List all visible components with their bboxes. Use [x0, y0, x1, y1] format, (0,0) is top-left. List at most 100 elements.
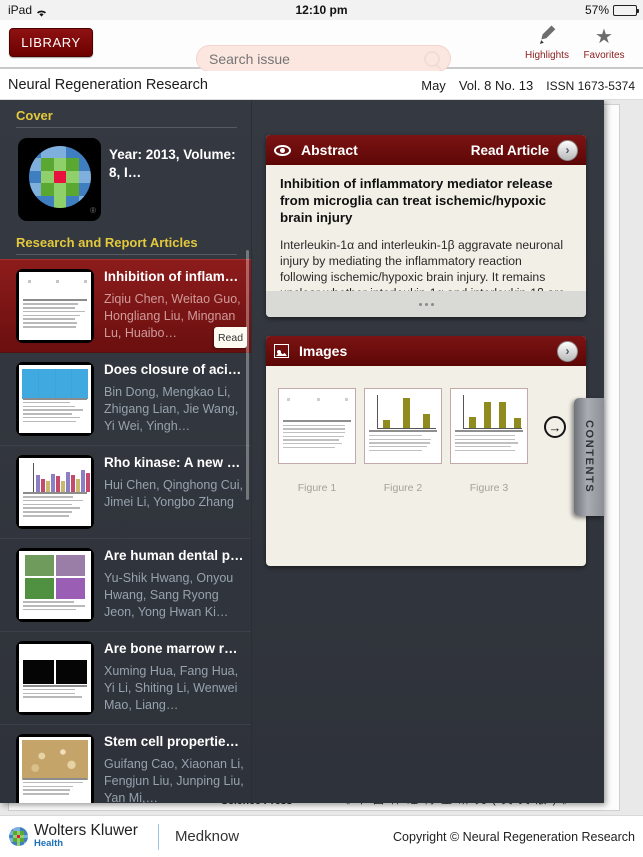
read-article-label: Read Article	[471, 143, 549, 158]
figure-item[interactable]: Figure 1	[278, 388, 356, 494]
chevron-right-icon: ›	[557, 140, 578, 161]
images-expand-button[interactable]: ›	[557, 341, 578, 362]
article-text: Rho kinase: A new targ… Hui Chen, Qinghon…	[94, 455, 244, 529]
read-badge[interactable]: Read	[214, 327, 247, 348]
cover-section-heading: Cover	[0, 100, 251, 127]
wolters-kluwer-logo-icon	[9, 827, 28, 846]
search-icon	[424, 51, 440, 67]
article-title: Rho kinase: A new targ…	[104, 455, 244, 471]
article-sidebar[interactable]: Cover ® Year: 2013, Volume: 8, I… Resear…	[0, 100, 252, 803]
article-list-item[interactable]: Stem cell properties an… Guifang Cao, Xia…	[0, 725, 251, 803]
library-button[interactable]: LIBRARY	[9, 28, 93, 57]
figure-caption: Figure 1	[278, 482, 356, 494]
issue-month: May	[421, 78, 446, 93]
status-right: 57%	[585, 3, 637, 17]
images-panel-header: Images ›	[266, 336, 586, 366]
top-toolbar: LIBRARY Highlights ★ Favorites	[0, 20, 643, 69]
footer-divider	[158, 824, 159, 850]
issue-issn: ISSN 1673-5374	[546, 79, 635, 93]
issue-volume: Vol. 8 No. 13	[459, 78, 533, 93]
article-text: Stem cell properties an… Guifang Cao, Xia…	[94, 734, 244, 803]
article-thumbnail[interactable]	[16, 455, 94, 529]
eye-icon	[274, 145, 291, 156]
article-list-item[interactable]: Are bone marrow rege… Xuming Hua, Fang Hu…	[0, 632, 251, 725]
battery-icon	[613, 5, 637, 16]
figure-item[interactable]: Figure 3	[450, 388, 528, 494]
article-list-item[interactable]: Does closure of acid-s… Bin Dong, Mengkao…	[0, 353, 251, 446]
read-article-button[interactable]: Read Article ›	[471, 140, 578, 161]
app-root: iPad 12:10 pm 57% LIBRARY Highlights ★ F…	[0, 0, 643, 857]
article-thumbnail[interactable]	[16, 548, 94, 622]
copyright-label: Copyright © Neural Regeneration Research	[393, 830, 635, 844]
abstract-pager[interactable]	[266, 291, 586, 317]
highlights-button[interactable]: Highlights	[519, 24, 575, 61]
articles-section-heading: Research and Report Articles	[0, 221, 251, 254]
pager-dots-icon	[419, 303, 434, 306]
detail-column: Abstract Read Article › Inhibition of in…	[252, 100, 604, 803]
figure-thumbnail[interactable]	[364, 388, 442, 464]
cover-row[interactable]: ® Year: 2013, Volume: 8, I…	[0, 128, 251, 221]
battery-percent: 57%	[585, 3, 609, 17]
ios-status-bar: iPad 12:10 pm 57%	[0, 0, 643, 20]
figure-caption: Figure 2	[364, 482, 442, 494]
issue-panel: Cover ® Year: 2013, Volume: 8, I… Resear…	[0, 100, 604, 803]
chevron-right-icon: ›	[557, 341, 578, 362]
article-list[interactable]: Inhibition of inflammat…Ziqiu Chen, Weit…	[0, 259, 251, 803]
status-clock: 12:10 pm	[0, 3, 643, 17]
article-authors: Yu-Shik Hwang, Onyou Hwang, Sang Ryong J…	[104, 570, 244, 621]
star-icon: ★	[576, 24, 632, 50]
abstract-panel: Abstract Read Article › Inhibition of in…	[266, 135, 586, 317]
abstract-title: Inhibition of inflammatory mediator rele…	[280, 175, 572, 226]
favorites-button[interactable]: ★ Favorites	[576, 24, 632, 61]
search-field[interactable]	[196, 45, 451, 72]
article-title: Stem cell properties an…	[104, 734, 244, 750]
article-authors: Bin Dong, Mengkao Li, Zhigang Lian, Jie …	[104, 384, 244, 435]
journal-meta: May Vol. 8 No. 13 ISSN 1673-5374	[421, 78, 635, 93]
article-text: Does closure of acid-s… Bin Dong, Mengkao…	[94, 362, 244, 436]
page-footer: Wolters Kluwer Health Medknow Copyright …	[0, 815, 643, 857]
wolters-kluwer-name: Wolters Kluwer Health	[34, 824, 138, 850]
wolters-kluwer-label: Wolters Kluwer	[34, 824, 138, 837]
article-title: Are human dental papi…	[104, 548, 244, 564]
article-authors: Guifang Cao, Xiaonan Li, Fengjun Liu, Ju…	[104, 756, 244, 803]
figure-caption: Figure 3	[450, 482, 528, 494]
figure-thumbnail[interactable]	[450, 388, 528, 464]
medknow-label: Medknow	[175, 828, 239, 845]
article-title: Inhibition of inflammat…	[104, 269, 244, 285]
journal-info-bar: Neural Regeneration Research May Vol. 8 …	[0, 71, 643, 100]
article-title: Are bone marrow rege…	[104, 641, 244, 657]
cover-meta-label: Year: 2013, Volume: 8, I…	[101, 138, 251, 221]
article-thumbnail[interactable]	[16, 734, 94, 803]
images-icon	[274, 344, 289, 358]
figure-list[interactable]: Figure 1 Figure 2 Figure 3 →	[266, 366, 586, 494]
arrow-right-circle-icon[interactable]: →	[544, 416, 566, 438]
article-authors: Xuming Hua, Fang Hua, Yi Li, Shiting Li,…	[104, 663, 244, 714]
search-input[interactable]	[209, 46, 409, 73]
article-text: Are human dental papi… Yu-Shik Hwang, Ony…	[94, 548, 244, 622]
article-thumbnail[interactable]	[16, 269, 94, 343]
pencil-icon	[519, 24, 575, 50]
article-list-item[interactable]: Inhibition of inflammat…Ziqiu Chen, Weit…	[0, 259, 251, 353]
article-list-item[interactable]: Are human dental papi… Yu-Shik Hwang, Ony…	[0, 539, 251, 632]
sidebar-scrollbar[interactable]	[246, 250, 249, 500]
article-authors: Hui Chen, Qinghong Cui, Jimei Li, Yongbo…	[104, 477, 244, 511]
journal-title: Neural Regeneration Research	[8, 77, 208, 93]
article-title: Does closure of acid-s…	[104, 362, 244, 378]
article-thumbnail[interactable]	[16, 362, 94, 436]
figure-item[interactable]: Figure 2	[364, 388, 442, 494]
article-thumbnail[interactable]	[16, 641, 94, 715]
article-list-item[interactable]: Rho kinase: A new targ… Hui Chen, Qinghon…	[0, 446, 251, 539]
section-divider-2	[16, 254, 237, 255]
journal-cover-icon[interactable]: ®	[18, 138, 101, 221]
favorites-label: Favorites	[583, 50, 624, 61]
images-heading: Images	[299, 343, 347, 359]
contents-tab[interactable]: CONTENTS	[574, 398, 604, 516]
figure-thumbnail[interactable]	[278, 388, 356, 464]
contents-tab-label: CONTENTS	[583, 420, 595, 493]
images-panel: Images › Figure 1 Figure 2 Figure 3 →	[266, 336, 586, 566]
issue-stage: Science Press 《中国神经再生研究(英文版)》 Cover ® Ye…	[0, 100, 643, 815]
abstract-panel-header: Abstract Read Article ›	[266, 135, 586, 165]
highlights-label: Highlights	[525, 50, 569, 61]
abstract-heading: Abstract	[301, 142, 358, 158]
article-text: Are bone marrow rege… Xuming Hua, Fang Hu…	[94, 641, 244, 715]
